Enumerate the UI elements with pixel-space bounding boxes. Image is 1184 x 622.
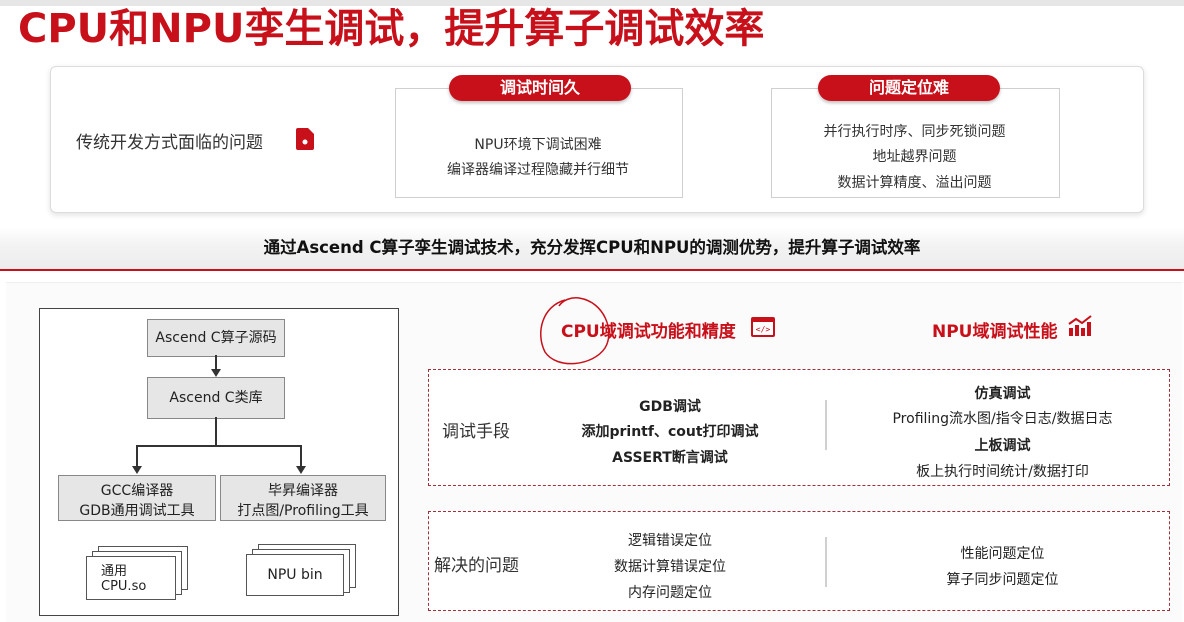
- npu-board-debug-title: 上板调试: [974, 438, 1031, 454]
- code-window-icon: </>: [751, 317, 775, 337]
- problem-line: 地址越界问题: [872, 149, 957, 165]
- column-separator: [825, 400, 827, 450]
- problem-line: 并行执行时序、同步死锁问题: [823, 124, 1006, 140]
- node-operator-source: Ascend C算子源码: [147, 319, 285, 357]
- banner-divider: [0, 269, 1184, 271]
- npu-bin-output: NPU bin: [246, 554, 344, 596]
- problem-line: 数据计算精度、溢出问题: [837, 175, 992, 191]
- column-separator: [825, 537, 827, 587]
- problem-title-locate: 问题定位难: [818, 75, 1000, 101]
- node-line: 打点图/Profiling工具: [237, 503, 369, 519]
- node-line: 毕昇编译器: [268, 483, 338, 499]
- node-bisheng-compiler: 毕昇编译器 打点图/Profiling工具: [220, 475, 386, 521]
- debug-methods-label: 调试手段: [442, 422, 510, 442]
- flow-connector: [136, 445, 301, 447]
- npu-sim-debug-title: 仿真调试: [974, 386, 1031, 402]
- npu-column-header: NPU域调试性能: [932, 322, 1058, 342]
- performance-chart-icon: [1068, 315, 1092, 336]
- banner-text: 通过Ascend C算子孪生调试技术，充分发挥CPU和NPU的调测优势，提升算子…: [263, 238, 921, 257]
- cpu-debug-item: GDB调试: [639, 399, 701, 415]
- svg-text:</>: </>: [756, 325, 771, 334]
- output-line: CPU.so: [101, 579, 147, 594]
- cpu-debug-item: ASSERT断言调试: [612, 450, 728, 466]
- node-gcc-compiler: GCC编译器 GDB通用调试工具: [58, 475, 216, 521]
- cpu-solved-item: 内存问题定位: [628, 585, 712, 601]
- npu-solved-item: 算子同步问题定位: [946, 572, 1059, 588]
- node-line: GCC编译器: [100, 483, 174, 499]
- page-title: CPU和NPU孪生调试，提升算子调试效率: [18, 6, 765, 52]
- problem-line: 编译器编译过程隐藏并行细节: [447, 162, 629, 178]
- cpu-solved-item: 逻辑错误定位: [628, 533, 712, 549]
- arrow-icon: [132, 466, 142, 474]
- npu-sim-debug-detail: Profiling流水图/指令日志/数据日志: [892, 411, 1113, 427]
- cpu-so-output: 通用 CPU.so: [86, 556, 176, 600]
- traditional-issues-label: 传统开发方式面临的问题: [76, 133, 263, 153]
- tag-icon: [296, 128, 314, 150]
- output-line: 通用: [101, 564, 128, 579]
- problem-line: NPU环境下调试困难: [474, 137, 602, 153]
- flow-connector: [300, 445, 302, 467]
- npu-board-debug-detail: 板上执行时间统计/数据打印: [916, 464, 1089, 480]
- problems-solved-label: 解决的问题: [434, 556, 519, 576]
- cpu-debug-item: 添加printf、cout打印调试: [581, 424, 759, 440]
- flow-connector: [136, 445, 138, 467]
- node-class-library: Ascend C类库: [147, 377, 285, 419]
- cpu-solved-item: 数据计算错误定位: [614, 559, 726, 575]
- npu-solved-item: 性能问题定位: [960, 546, 1045, 562]
- arrow-icon: [296, 466, 306, 474]
- node-line: GDB通用调试工具: [79, 503, 195, 519]
- flow-connector: [215, 417, 217, 446]
- handwritten-circle-annotation: [540, 297, 610, 365]
- problem-title-time: 调试时间久: [449, 75, 631, 101]
- arrow-icon: [211, 369, 221, 377]
